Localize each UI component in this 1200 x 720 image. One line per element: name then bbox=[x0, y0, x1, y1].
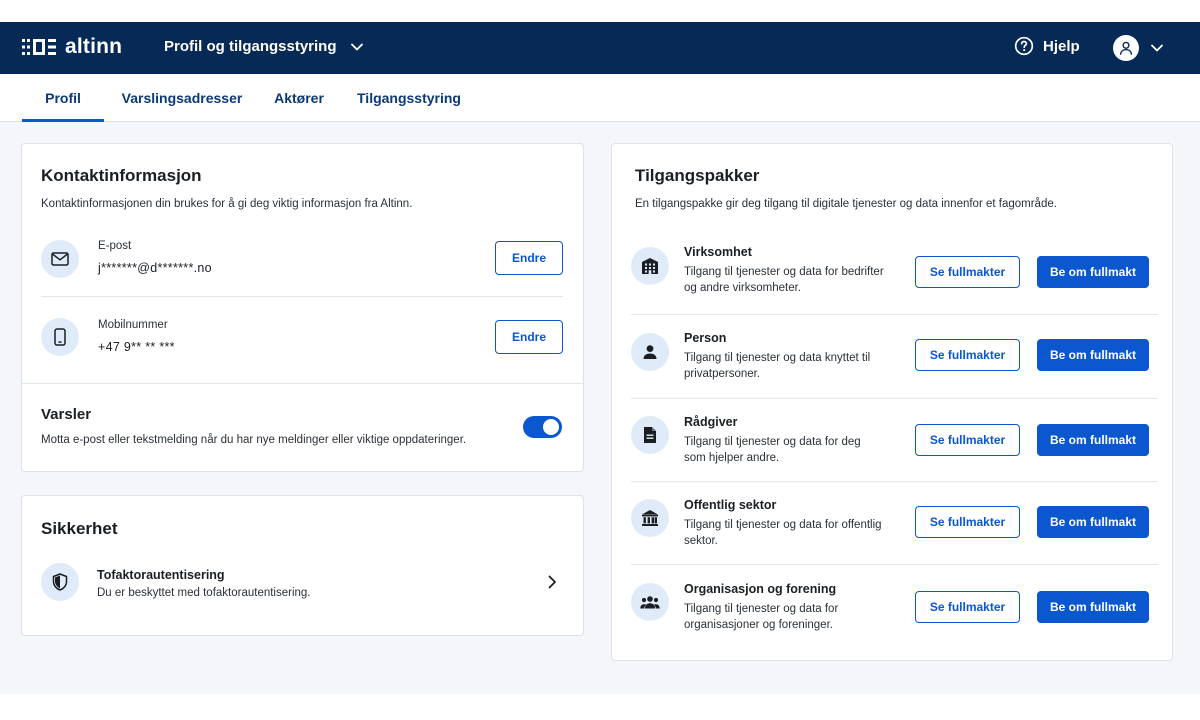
package-name: Virksomhet bbox=[684, 245, 752, 259]
chevron-down-icon bbox=[1151, 44, 1163, 52]
altinn-logo[interactable]: altinn bbox=[22, 35, 122, 59]
document-icon bbox=[644, 427, 656, 443]
help-icon bbox=[1014, 36, 1034, 56]
security-card: Sikkerhet Tofaktorautentisering Du er be… bbox=[21, 495, 584, 636]
help-label: Hjelp bbox=[1043, 37, 1080, 55]
divider bbox=[631, 481, 1158, 482]
notifications-description: Motta e-post eller tekstmelding når du h… bbox=[41, 434, 467, 446]
email-label: E-post bbox=[98, 240, 132, 252]
see-permissions-button[interactable]: Se fullmakter bbox=[915, 256, 1020, 288]
two-factor-title: Tofaktorautentisering bbox=[97, 568, 225, 582]
group-icon bbox=[640, 596, 660, 609]
divider bbox=[631, 398, 1158, 399]
package-description: Tilgang til tjenester og data knyttet ti… bbox=[684, 352, 871, 380]
package-description: Tilgang til tjenester og data for offent… bbox=[684, 519, 882, 547]
divider bbox=[631, 314, 1158, 315]
security-title: Sikkerhet bbox=[41, 519, 118, 538]
app-switcher[interactable]: Profil og tilgangsstyring bbox=[164, 38, 363, 55]
app-title: Profil og tilgangsstyring bbox=[164, 38, 337, 55]
chevron-right-icon[interactable] bbox=[548, 575, 557, 589]
request-permission-button[interactable]: Be om fullmakt bbox=[1037, 506, 1149, 538]
divider bbox=[22, 383, 583, 384]
request-permission-button[interactable]: Be om fullmakt bbox=[1037, 591, 1149, 623]
user-icon bbox=[1119, 41, 1133, 55]
package-icon-circle bbox=[631, 499, 669, 537]
package-description: Tilgang til tjenester og data for bedrif… bbox=[684, 266, 884, 294]
chevron-down-icon bbox=[350, 43, 363, 50]
two-factor-description: Du er beskyttet med tofaktorautentiserin… bbox=[97, 587, 311, 599]
packages-title: Tilgangspakker bbox=[635, 166, 760, 185]
tab-varslingsadresser[interactable]: Varslingsadresser bbox=[118, 74, 246, 121]
help-button[interactable]: Hjelp bbox=[1014, 36, 1080, 56]
package-name: Rådgiver bbox=[684, 415, 738, 429]
contact-card: Kontaktinformasjon Kontaktinformasjonen … bbox=[21, 143, 584, 472]
divider bbox=[631, 564, 1158, 565]
altinn-logo-icon bbox=[22, 39, 56, 55]
tab-bar: Profil Varslingsadresser Aktører Tilgang… bbox=[0, 74, 1200, 122]
tab-profil[interactable]: Profil bbox=[22, 74, 104, 122]
packages-description: En tilgangspakke gir deg tilgang til dig… bbox=[635, 198, 1057, 210]
contact-title: Kontaktinformasjon bbox=[41, 166, 202, 185]
shield-icon-circle bbox=[41, 563, 79, 601]
contact-description: Kontaktinformasjonen din brukes for å gi… bbox=[41, 198, 413, 210]
email-icon-circle bbox=[41, 240, 79, 278]
package-name: Organisasjon og forening bbox=[684, 582, 837, 596]
mail-icon bbox=[51, 252, 69, 266]
see-permissions-button[interactable]: Se fullmakter bbox=[915, 424, 1020, 456]
edit-phone-button[interactable]: Endre bbox=[495, 320, 563, 354]
packages-card: Tilgangspakker En tilgangspakke gir deg … bbox=[611, 143, 1173, 661]
notifications-title: Varsler bbox=[41, 406, 92, 423]
request-permission-button[interactable]: Be om fullmakt bbox=[1037, 256, 1149, 288]
tab-aktorer[interactable]: Aktører bbox=[264, 74, 334, 121]
phone-icon-circle bbox=[41, 318, 79, 356]
email-value: j*******@d*******.no bbox=[98, 261, 212, 275]
see-permissions-button[interactable]: Se fullmakter bbox=[915, 591, 1020, 623]
divider bbox=[41, 296, 563, 297]
notifications-toggle[interactable] bbox=[523, 416, 562, 438]
person-icon bbox=[643, 345, 657, 359]
building-icon bbox=[642, 258, 658, 274]
request-permission-button[interactable]: Be om fullmakt bbox=[1037, 339, 1149, 371]
package-name: Offentlig sektor bbox=[684, 498, 777, 512]
see-permissions-button[interactable]: Se fullmakter bbox=[915, 506, 1020, 538]
request-permission-button[interactable]: Be om fullmakt bbox=[1037, 424, 1149, 456]
package-description: Tilgang til tjenester og data for deg so… bbox=[684, 436, 861, 464]
tab-tilgangsstyring[interactable]: Tilgangsstyring bbox=[352, 74, 466, 121]
logo-text: altinn bbox=[65, 35, 123, 58]
package-icon-circle bbox=[631, 583, 669, 621]
avatar bbox=[1113, 35, 1139, 61]
phone-label: Mobilnummer bbox=[98, 319, 168, 331]
see-permissions-button[interactable]: Se fullmakter bbox=[915, 339, 1020, 371]
top-bar: altinn Profil og tilgangsstyring Hjelp bbox=[0, 22, 1200, 74]
shield-icon bbox=[52, 573, 68, 591]
government-icon bbox=[642, 510, 658, 526]
main-content: Kontaktinformasjon Kontaktinformasjonen … bbox=[0, 122, 1200, 694]
package-name: Person bbox=[684, 331, 727, 345]
phone-value: +47 9** ** *** bbox=[98, 340, 175, 354]
user-menu[interactable] bbox=[1113, 35, 1163, 61]
toggle-knob bbox=[543, 419, 559, 435]
package-icon-circle bbox=[631, 333, 669, 371]
package-icon-circle bbox=[631, 247, 669, 285]
phone-icon bbox=[54, 328, 66, 346]
package-icon-circle bbox=[631, 416, 669, 454]
edit-email-button[interactable]: Endre bbox=[495, 241, 563, 275]
package-description: Tilgang til tjenester og data for organi… bbox=[684, 603, 839, 631]
